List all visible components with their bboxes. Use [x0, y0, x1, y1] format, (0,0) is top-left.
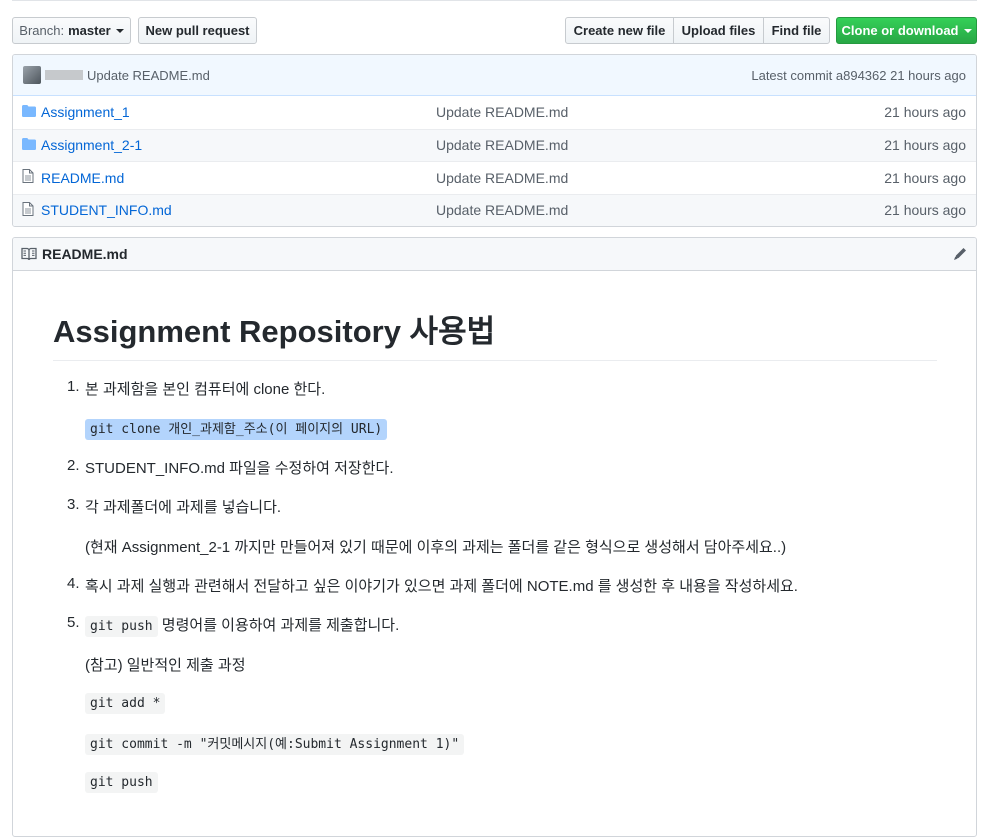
step2-text: STUDENT_INFO.md 파일을 수정하여 저장한다. [85, 460, 394, 477]
file-icon [22, 169, 34, 186]
git-commit-code: git commit -m "커밋메시지(예:Submit Assignment… [85, 734, 465, 755]
avatar[interactable] [23, 66, 41, 84]
file-icon [22, 201, 34, 219]
commit-age: 21 hours ago [884, 202, 966, 219]
cmd-push-block: git push [85, 772, 158, 793]
step3-text: 각 과제폴더에 과제를 넣습니다. [85, 499, 282, 516]
branch-select-button[interactable]: Branch: master [12, 17, 131, 44]
git-add-code: git add * [85, 693, 166, 714]
branch-value: master [68, 23, 111, 38]
file-name-link[interactable]: Assignment_2-1 [41, 137, 142, 153]
pencil-icon[interactable] [952, 246, 968, 262]
commit-age: 21 hours ago [884, 104, 966, 121]
clone-command-code[interactable]: git clone 개인_과제함_주소(이 페이지의 URL) [85, 419, 388, 440]
commit-message-link[interactable]: Update README.md [87, 68, 210, 83]
table-row: README.md Update README.md 21 hours ago [13, 161, 976, 194]
find-file-button[interactable]: Find file [763, 17, 830, 44]
push-command-code: git push [85, 616, 158, 637]
branch-label: Branch: [19, 23, 65, 38]
readme-panel: README.md Assignment Repository 사용법 1. 본… [12, 237, 977, 837]
chevron-down-icon [963, 28, 972, 33]
cmd-commit-block: git commit -m "커밋메시지(예:Submit Assignment… [85, 733, 465, 755]
file-name-link[interactable]: Assignment_1 [41, 104, 130, 120]
chevron-down-icon [115, 28, 124, 33]
top-divider [12, 0, 977, 1]
file-actions-group: Create new file Upload files Find file [565, 17, 830, 44]
step3-note: (현재 Assignment_2-1 까지만 만들어져 있기 때문에 이후의 과… [85, 539, 787, 556]
readme-title: README.md [42, 246, 128, 262]
clone-download-label: Clone or download [841, 23, 959, 38]
step5-note: (참고) 일반적인 제출 과정 [85, 657, 246, 674]
clone-or-download-button[interactable]: Clone or download [836, 17, 977, 44]
commit-age: 21 hours ago [884, 137, 966, 154]
author-name-redacted [45, 70, 83, 80]
create-new-file-button[interactable]: Create new file [565, 17, 674, 44]
cmd-add-block: git add * [85, 693, 166, 714]
table-row: Assignment_2-1 Update README.md 21 hours a… [13, 128, 976, 161]
commit-message-link[interactable]: Update README.md [436, 137, 568, 153]
folder-icon [22, 137, 36, 153]
step5-text: 명령어를 이용하여 과제를 제출합니다. [157, 617, 400, 634]
upload-files-button[interactable]: Upload files [673, 17, 764, 44]
commit-message-link[interactable]: Update README.md [436, 170, 568, 186]
step4-text: 혹시 과제 실행과 관련해서 전달하고 싶은 이야기가 있으면 과제 폴더에 N… [85, 578, 798, 595]
commit-message-link[interactable]: Update README.md [436, 104, 568, 120]
step1-text: 본 과제함을 본인 컴퓨터에 clone 한다. [85, 381, 326, 398]
new-pull-request-button[interactable]: New pull request [138, 17, 257, 44]
folder-icon [22, 104, 36, 120]
table-row: STUDENT_INFO.md Update README.md 21 hours … [13, 193, 976, 226]
file-name-link[interactable]: STUDENT_INFO.md [41, 202, 172, 218]
step1-code-block: git clone 개인_과제함_주소(이 페이지의 URL) [85, 418, 388, 440]
file-list: Assignment_1 Update README.md 21 hours ago… [13, 96, 976, 226]
book-icon [21, 247, 37, 261]
latest-commit-info[interactable]: Latest commit a894362 21 hours ago [751, 68, 966, 83]
file-name-link[interactable]: README.md [41, 170, 124, 186]
readme-header: README.md [13, 238, 976, 271]
commit-age: 21 hours ago [884, 169, 966, 186]
table-row: Assignment_1 Update README.md 21 hours ago [13, 96, 976, 129]
page-title: Assignment Repository 사용법 [53, 314, 937, 361]
commit-message-link[interactable]: Update README.md [436, 202, 568, 218]
git-push-code: git push [85, 772, 158, 793]
latest-commit-bar: Update README.md Latest commit a894362 2… [13, 55, 976, 96]
file-table: Update README.md Latest commit a894362 2… [12, 54, 977, 227]
